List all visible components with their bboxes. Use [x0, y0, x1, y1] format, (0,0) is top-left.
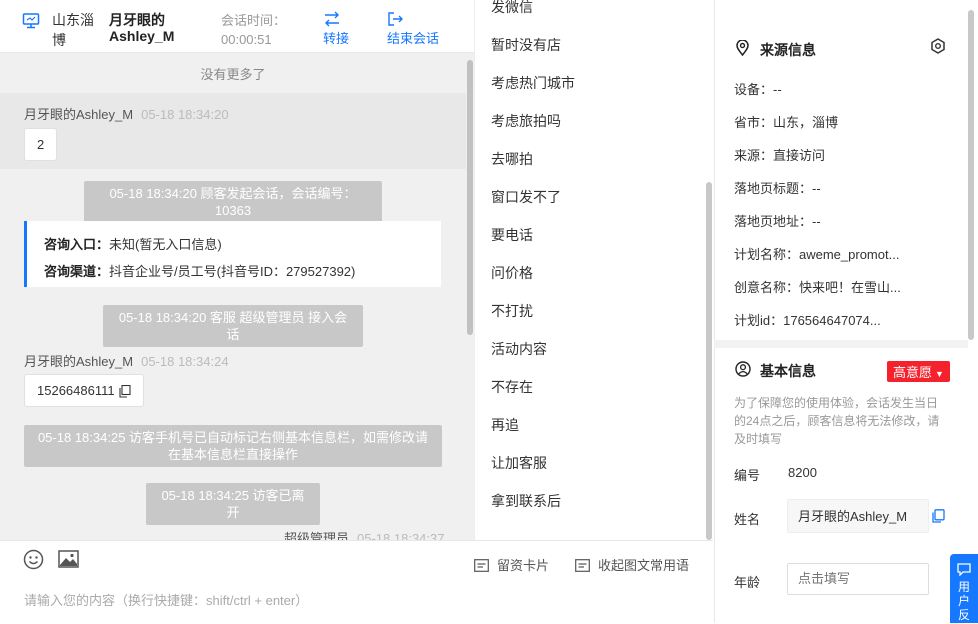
section-divider: [714, 340, 968, 348]
visitor-location: 山东淄博: [52, 12, 94, 48]
collapse-phrases-label: 收起图文常用语: [598, 558, 690, 573]
device-row: 设备：--: [734, 82, 782, 97]
message-input-area[interactable]: [0, 540, 713, 624]
info-scrollbar[interactable]: [968, 10, 974, 340]
creative-name-row: 创意名称：快来吧！在雪山...: [734, 280, 901, 295]
monitor-icon: [22, 13, 40, 29]
phrase-item[interactable]: 问价格: [491, 263, 533, 283]
entry-value: 未知(暂无入口信息): [109, 237, 222, 252]
transfer-label: 转接: [323, 31, 350, 46]
collapse-phrases-button[interactable]: 收起图文常用语: [575, 555, 689, 574]
phrases-scrollbar[interactable]: [706, 182, 712, 540]
phone-number: 15266486111: [37, 383, 115, 398]
system-message: 05-18 18:34:20 客服 超级管理员 接入会话: [103, 305, 363, 347]
age-label: 年龄: [734, 575, 761, 590]
system-message: 05-18 18:34:25 访客已离开: [146, 483, 320, 525]
message-bubble: 2: [24, 128, 58, 161]
leave-card-button[interactable]: 留资卡片: [474, 555, 549, 574]
image-icon[interactable]: [58, 550, 79, 568]
message-bubble: 15266486111: [24, 374, 144, 407]
phrase-item[interactable]: 不打扰: [491, 301, 533, 321]
session-time-value: 00:00:51: [221, 32, 272, 47]
phrase-item[interactable]: 窗口发不了: [491, 187, 561, 207]
channel-value: 抖音企业号/员工号(抖音号ID：279527392): [109, 264, 356, 279]
phrase-item[interactable]: 拿到联系后: [491, 491, 561, 511]
chat-scrollbar[interactable]: [467, 60, 473, 335]
entry-label: 咨询入口：: [44, 237, 110, 252]
user-feedback-label: 用户反: [957, 580, 970, 622]
user-feedback-button[interactable]: 用户反: [950, 554, 978, 623]
phrase-item[interactable]: 活动内容: [491, 339, 547, 359]
message-time: 05-18 18:34:24: [141, 354, 229, 369]
copy-icon[interactable]: [932, 509, 945, 523]
id-value: 8200: [788, 465, 817, 480]
system-message: 05-18 18:34:25 访客手机号已自动标记右侧基本信息栏，如需修改请在基…: [24, 425, 442, 467]
transfer-icon: [325, 11, 339, 27]
sender-name: 月牙眼的Ashley_M: [24, 354, 134, 369]
copy-icon[interactable]: [119, 385, 131, 398]
session-time-label: 会话时间：: [221, 13, 287, 28]
sender-name: 月牙眼的Ashley_M: [24, 107, 134, 122]
info-note: 为了保障您的使用体验，会话发生当日的24点之后，顾客信息将无法修改，请及时填写: [734, 396, 940, 446]
end-session-label: 结束会话: [387, 31, 440, 46]
no-more-text: 没有更多了: [200, 67, 266, 82]
leave-card-label: 留资卡片: [497, 558, 550, 573]
phrase-item[interactable]: 考虑旅拍吗: [491, 111, 561, 131]
basic-info-title: 基本信息: [760, 363, 816, 379]
name-label: 姓名: [734, 512, 761, 527]
system-message: 05-18 18:34:20 顾客发起会话，会话编号：10363: [84, 181, 382, 223]
phrase-item[interactable]: 要电话: [491, 225, 533, 245]
source-info-title: 来源信息: [760, 42, 816, 58]
message-input[interactable]: 请输入您的内容（换行快捷键：shift/ctrl + enter）: [24, 590, 308, 609]
consult-source-card: 咨询入口：未知(暂无入口信息) 咨询渠道：抖音企业号/员工号(抖音号ID：279…: [24, 221, 441, 287]
message-icon: [957, 563, 971, 577]
card-icon: [474, 559, 489, 572]
id-label: 编号: [734, 468, 761, 483]
phrases-icon: [575, 559, 590, 572]
landing-url-row: 落地页地址：--: [734, 214, 821, 229]
message-sender: 月牙眼的Ashley_M 05-18 18:34:24: [24, 351, 229, 370]
smile-icon[interactable]: [23, 549, 44, 570]
province-city-row: 省市：山东，淄博: [734, 115, 839, 130]
message-sender: 月牙眼的Ashley_M 05-18 18:34:20: [24, 104, 229, 123]
phrase-item[interactable]: 去哪拍: [491, 149, 533, 169]
phrase-item[interactable]: 暂时没有店: [491, 35, 561, 55]
source-row: 来源：直接访问: [734, 148, 826, 163]
phrase-item[interactable]: 考虑热门城市: [491, 73, 575, 93]
transfer-button[interactable]: 转接: [323, 10, 349, 47]
age-input[interactable]: [787, 563, 929, 595]
caret-down-icon: ▼: [935, 369, 944, 379]
phrase-item[interactable]: 让加客服: [491, 453, 547, 473]
name-field[interactable]: 月牙眼的Ashley_M: [787, 499, 929, 533]
exit-icon: [388, 12, 403, 26]
message-time: 05-18 18:34:20: [141, 107, 229, 122]
phrase-item[interactable]: 不存在: [491, 377, 533, 397]
plan-id-row: 计划id：176564647074...: [734, 313, 881, 328]
user-icon: [735, 361, 751, 377]
location-icon: [736, 40, 749, 56]
phrase-item[interactable]: 发微信: [491, 0, 533, 17]
visitor-name: 月牙眼的Ashley_M: [109, 12, 175, 44]
intent-badge-label: 高意愿: [893, 365, 933, 380]
landing-title-row: 落地页标题：--: [734, 181, 821, 196]
settings-icon[interactable]: [930, 38, 946, 54]
intent-badge[interactable]: 高意愿 ▼: [887, 361, 950, 382]
end-session-button[interactable]: 结束会话: [387, 10, 439, 47]
phrase-item[interactable]: 再追: [491, 415, 519, 435]
common-phrases-list: 发微信 暂时没有店 考虑热门城市 考虑旅拍吗 去哪拍 窗口发不了 要电话 问价格…: [474, 0, 707, 540]
channel-label: 咨询渠道：: [44, 264, 110, 279]
plan-name-row: 计划名称：aweme_promot...: [734, 247, 900, 262]
